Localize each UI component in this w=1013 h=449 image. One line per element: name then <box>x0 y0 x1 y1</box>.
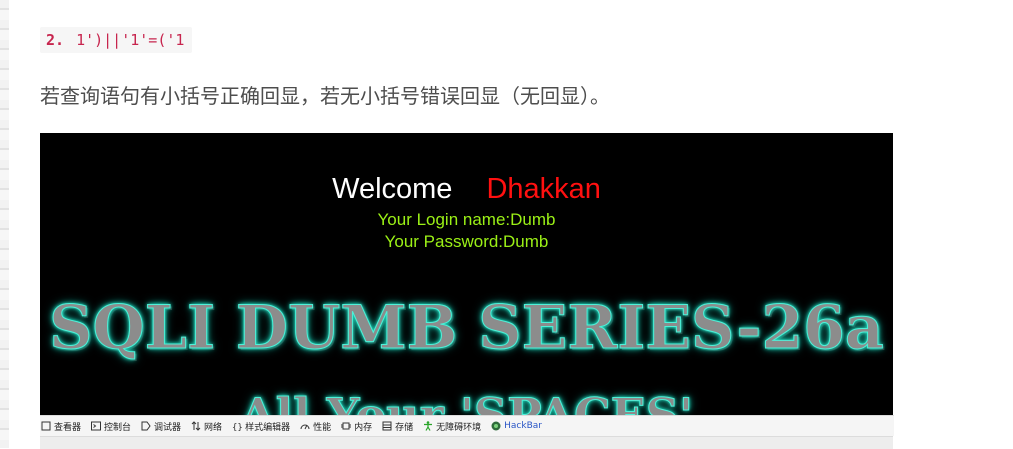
network-icon <box>191 421 201 431</box>
code-line-number: 2. <box>46 31 65 49</box>
embedded-screenshot: Welcome Dhakkan Your Login name:Dumb Your… <box>40 133 893 415</box>
welcome-text: Welcome <box>332 173 453 205</box>
svg-text:{}: {} <box>232 423 242 431</box>
password-text: Your Password:Dumb <box>384 232 549 251</box>
devtools-tab-network[interactable]: 网络 <box>191 420 222 433</box>
devtools-tab-accessibility[interactable]: 无障碍环境 <box>423 420 481 433</box>
devtools-tab-label: 查看器 <box>54 422 82 433</box>
description-paragraph: 若查询语句有小括号正确回显，若无小括号错误回显（无回显）。 <box>40 84 610 108</box>
devtools-tab-label: 调试器 <box>154 422 182 433</box>
inspector-icon <box>41 421 51 431</box>
devtools-tab-label: 性能 <box>313 422 332 433</box>
welcome-line: Welcome Dhakkan <box>40 173 893 206</box>
username-text: Dhakkan <box>486 173 601 205</box>
debugger-icon <box>141 421 151 431</box>
performance-icon <box>300 421 310 431</box>
login-name-text: Your Login name:Dumb <box>377 210 556 229</box>
code-snippet: 2. 1')||'1'=('1 <box>40 27 193 53</box>
devtools-tab-performance[interactable]: 性能 <box>300 420 331 433</box>
devtools-toolbar: 查看器 控制台 调试器 网络 {} 样式编辑器 性能 内存 存储 无障碍环境 H… <box>40 415 894 436</box>
devtools-tab-label: 存储 <box>395 422 414 433</box>
devtools-tab-label: 网络 <box>204 422 223 433</box>
devtools-tab-memory[interactable]: 内存 <box>341 420 372 433</box>
devtools-tab-label: 内存 <box>354 422 373 433</box>
devtools-tab-label: 样式编辑器 <box>245 422 291 433</box>
console-icon <box>91 421 102 431</box>
hackbar-icon <box>491 421 501 431</box>
devtools-tab-hackbar[interactable]: HackBar <box>491 421 542 431</box>
devtools-tab-storage[interactable]: 存储 <box>382 420 413 433</box>
memory-icon <box>341 421 352 431</box>
devtools-tab-label: 控制台 <box>104 422 132 433</box>
series-banner: SQLI DUMB SERIES-26a <box>49 293 885 364</box>
storage-icon <box>382 421 392 431</box>
accessibility-icon <box>423 421 433 431</box>
devtools-tab-debugger[interactable]: 调试器 <box>141 420 181 433</box>
spaces-banner: All Your 'SPACES' <box>239 388 694 416</box>
devtools-tab-label: 无障碍环境 <box>436 422 482 433</box>
devtools-tab-inspector[interactable]: 查看器 <box>41 420 81 433</box>
devtools-tab-console[interactable]: 控制台 <box>91 420 131 433</box>
devtools-subpanel <box>40 436 893 449</box>
left-gutter <box>0 0 9 448</box>
devtools-tab-style-editor[interactable]: {} 样式编辑器 <box>232 420 291 434</box>
devtools-tab-label: HackBar <box>504 421 542 431</box>
style-editor-icon: {} <box>232 421 243 433</box>
code-text: 1')||'1'=('1 <box>76 31 185 49</box>
